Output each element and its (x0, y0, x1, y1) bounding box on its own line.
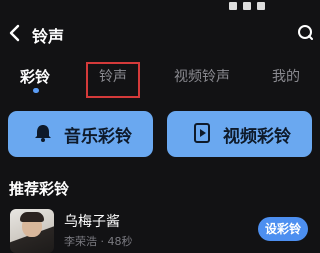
recommended-section-title: 推荐彩铃 (9, 180, 70, 198)
music-cailing-button[interactable]: 音乐彩铃 (8, 111, 153, 157)
video-file-icon (191, 122, 213, 144)
song-meta: 李荣浩 · 48秒 (64, 235, 133, 248)
page-title: 铃声 (32, 27, 65, 46)
status-icons (223, 0, 303, 10)
active-tab-indicator (33, 88, 39, 93)
tab-cailing[interactable]: 彩铃 (20, 66, 50, 87)
set-cailing-button[interactable]: 设彩铃 (258, 217, 308, 241)
search-icon[interactable] (297, 24, 313, 42)
bell-icon (32, 122, 54, 144)
song-title: 乌梅子酱 (64, 214, 120, 230)
video-cailing-button[interactable]: 视频彩铃 (167, 111, 312, 157)
list-item[interactable]: 乌梅子酱 李荣浩 · 48秒 设彩铃 (0, 203, 315, 253)
music-cailing-label: 音乐彩铃 (64, 127, 132, 147)
highlight-annotation (86, 62, 140, 98)
video-cailing-label: 视频彩铃 (223, 127, 291, 147)
header: 铃声 (0, 18, 315, 48)
tab-bar: 彩铃 铃声 视频铃声 我的 (0, 60, 315, 93)
song-cover (10, 209, 54, 253)
tab-mine[interactable]: 我的 (272, 66, 300, 86)
status-bar (0, 0, 315, 14)
back-arrow-icon[interactable] (8, 24, 22, 42)
tab-video-ringtone[interactable]: 视频铃声 (174, 66, 230, 86)
